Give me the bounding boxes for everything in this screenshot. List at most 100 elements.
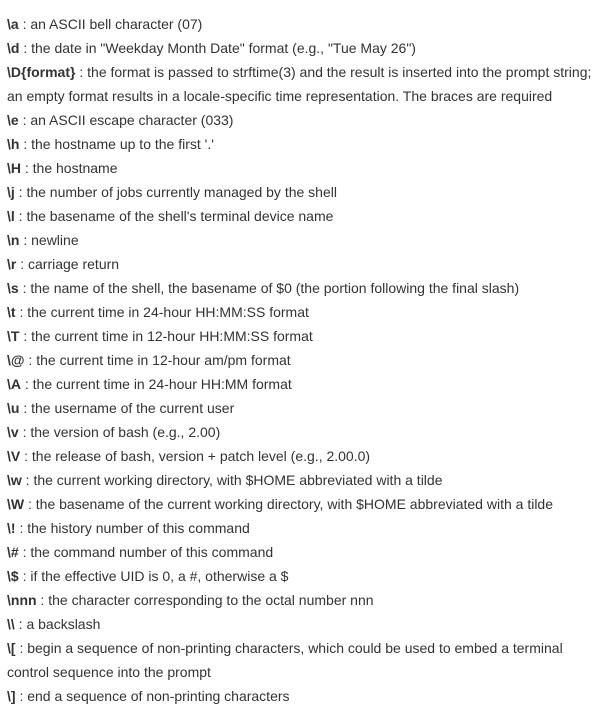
escape-description: the format is passed to strftime(3) and … [7, 64, 592, 104]
escape-description: the history number of this command [27, 520, 250, 536]
list-item: \e : an ASCII escape character (033) [7, 108, 607, 132]
list-item: \d : the date in "Weekday Month Date" fo… [7, 36, 607, 60]
separator: : [75, 64, 88, 80]
separator: : [19, 232, 32, 248]
escape-description: the release of bash, version + patch lev… [31, 448, 371, 464]
separator: : [19, 40, 32, 56]
separator: : [21, 472, 34, 488]
escape-code: \$ [7, 568, 19, 584]
escape-description: the character corresponding to the octal… [48, 592, 374, 608]
escape-code: \u [7, 400, 20, 416]
escape-description: end a sequence of non-printing character… [27, 688, 290, 704]
escape-code: \nnn [7, 592, 37, 608]
escape-description: begin a sequence of non-printing charact… [7, 640, 563, 680]
escape-code: \W [7, 496, 25, 512]
list-item: \# : the command number of this command [7, 540, 607, 564]
escape-description: the current time in 12-hour HH:MM:SS for… [31, 328, 313, 344]
list-item: \] : end a sequence of non-printing char… [7, 684, 607, 708]
list-item: \A : the current time in 24-hour HH:MM f… [7, 372, 607, 396]
escape-code: \# [7, 544, 19, 560]
escape-code: \] [7, 688, 16, 704]
escape-code: \! [7, 520, 16, 536]
escape-code: \A [7, 376, 21, 392]
escape-code: \T [7, 328, 20, 344]
list-item: \s : the name of the shell, the basename… [7, 276, 607, 300]
escape-description: the current time in 24-hour HH:MM format [32, 376, 292, 392]
list-item: \D{format} : the format is passed to str… [7, 60, 607, 108]
separator: : [21, 376, 33, 392]
separator: : [20, 448, 32, 464]
prompt-escape-list: \a : an ASCII bell character (07) \d : t… [0, 0, 613, 708]
list-item: \V : the release of bash, version + patc… [7, 444, 607, 468]
escape-code: \d [7, 40, 20, 56]
escape-description: the number of jobs currently managed by … [26, 184, 337, 200]
escape-description: an ASCII escape character (033) [30, 112, 234, 128]
escape-description: the version of bash (e.g., 2.00) [30, 424, 221, 440]
list-item: \nnn : the character corresponding to th… [7, 588, 607, 612]
escape-code: \t [7, 304, 16, 320]
list-item: \\ : a backslash [7, 612, 607, 636]
separator: : [14, 184, 27, 200]
separator: : [18, 544, 31, 560]
escape-description: the username of the current user [31, 400, 235, 416]
escape-description: the hostname up to the first '.' [31, 136, 214, 152]
list-item: \H : the hostname [7, 156, 607, 180]
escape-description: newline [31, 232, 79, 248]
escape-description: the name of the shell, the basename of $… [30, 280, 520, 296]
list-item: \j : the number of jobs currently manage… [7, 180, 607, 204]
escape-code: \V [7, 448, 21, 464]
escape-code: \j [7, 184, 15, 200]
escape-code: \v [7, 424, 19, 440]
escape-description: a backslash [26, 616, 101, 632]
separator: : [15, 520, 28, 536]
escape-code: \s [7, 280, 19, 296]
list-item: \v : the version of bash (e.g., 2.00) [7, 420, 607, 444]
escape-code: \a [7, 16, 19, 32]
list-item: \T : the current time in 12-hour HH:MM:S… [7, 324, 607, 348]
list-item: \l : the basename of the shell's termina… [7, 204, 607, 228]
separator: : [14, 616, 27, 632]
escape-description: the current time in 12-hour am/pm format [36, 352, 291, 368]
separator: : [19, 328, 32, 344]
separator: : [15, 688, 28, 704]
separator: : [19, 400, 32, 416]
escape-description: the current time in 24-hour HH:MM:SS for… [27, 304, 309, 320]
escape-description: the date in "Weekday Month Date" format … [31, 40, 416, 56]
escape-description: the command number of this command [30, 544, 274, 560]
escape-description: if the effective UID is 0, a #, otherwis… [30, 568, 289, 584]
escape-code: \r [7, 256, 17, 272]
list-item: \$ : if the effective UID is 0, a #, oth… [7, 564, 607, 588]
separator: : [36, 592, 49, 608]
escape-description: the basename of the current working dire… [35, 496, 553, 512]
escape-description: the current working directory, with $HOM… [33, 472, 443, 488]
separator: : [24, 496, 36, 512]
separator: : [14, 208, 27, 224]
list-item: \@ : the current time in 12-hour am/pm f… [7, 348, 607, 372]
separator: : [24, 352, 37, 368]
list-item: \[ : begin a sequence of non-printing ch… [7, 636, 607, 684]
escape-code: \l [7, 208, 15, 224]
separator: : [15, 640, 28, 656]
escape-code: \\ [7, 616, 15, 632]
escape-description: an ASCII bell character (07) [30, 16, 203, 32]
escape-code: \h [7, 136, 20, 152]
separator: : [18, 280, 31, 296]
list-item: \W : the basename of the current working… [7, 492, 607, 516]
escape-code: \w [7, 472, 22, 488]
list-item: \w : the current working directory, with… [7, 468, 607, 492]
escape-code: \n [7, 232, 20, 248]
separator: : [16, 256, 29, 272]
list-item: \n : newline [7, 228, 607, 252]
list-item: \t : the current time in 24-hour HH:MM:S… [7, 300, 607, 324]
list-item: \h : the hostname up to the first '.' [7, 132, 607, 156]
list-item: \u : the username of the current user [7, 396, 607, 420]
list-item: \! : the history number of this command [7, 516, 607, 540]
list-item: \r : carriage return [7, 252, 607, 276]
separator: : [15, 304, 28, 320]
separator: : [21, 160, 33, 176]
separator: : [19, 136, 32, 152]
escape-description: the basename of the shell's terminal dev… [26, 208, 334, 224]
escape-code: \@ [7, 352, 25, 368]
escape-description: carriage return [28, 256, 120, 272]
escape-code: \e [7, 112, 19, 128]
